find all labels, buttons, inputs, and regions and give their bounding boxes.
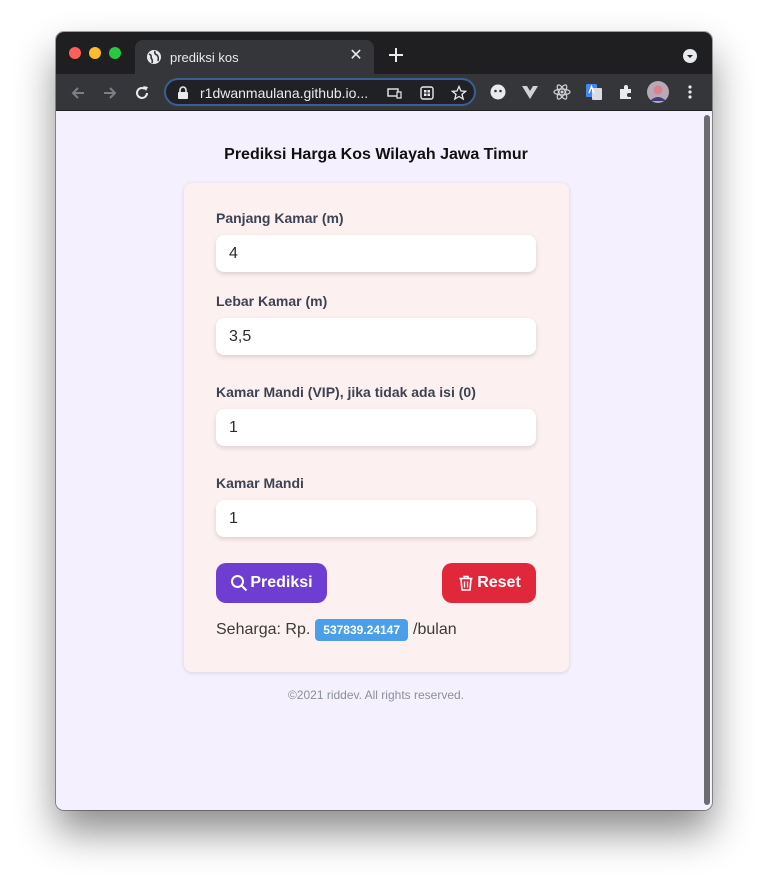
footer-copyright: ©2021 riddev. All rights reserved.	[287, 688, 465, 702]
prediction-form-card: Panjang Kamar (m) Lebar Kamar (m) Kamar …	[184, 183, 569, 672]
profile-avatar[interactable]	[647, 81, 669, 103]
panjang-kamar-input[interactable]	[216, 235, 536, 272]
tab-search-icon[interactable]	[683, 49, 697, 63]
lock-icon	[178, 86, 188, 99]
kamar-mandi-vip-input[interactable]	[216, 409, 536, 446]
reset-button-label: Reset	[477, 574, 521, 591]
tab-prediksi-kos[interactable]: prediksi kos ✕	[135, 40, 374, 74]
browser-window: prediksi kos ✕ r1dwanmaulana.github.io..…	[56, 32, 712, 810]
globe-icon	[147, 50, 161, 64]
url-text: r1dwanmaulana.github.io...	[200, 85, 369, 101]
close-window-button[interactable]	[69, 47, 81, 59]
extensions-puzzle-icon[interactable]	[617, 83, 635, 101]
result-suffix: /bulan	[413, 621, 457, 638]
address-bar[interactable]: r1dwanmaulana.github.io...	[164, 78, 476, 106]
react-devtools-icon[interactable]	[553, 83, 571, 101]
qr-code-icon[interactable]	[419, 85, 435, 101]
back-arrow-icon[interactable]	[68, 83, 88, 103]
cast-icon[interactable]	[386, 85, 402, 101]
menu-kebab-icon[interactable]	[681, 83, 699, 101]
kamar-mandi-vip-label: Kamar Mandi (VIP), jika tidak ada isi (0…	[216, 384, 476, 400]
vue-devtools-icon[interactable]	[521, 83, 539, 101]
new-tab-icon[interactable]	[386, 45, 406, 65]
result-prefix: Seharga: Rp.	[216, 621, 311, 638]
extension-face-icon[interactable]	[489, 83, 507, 101]
kamar-mandi-input[interactable]	[216, 500, 536, 537]
maximize-window-button[interactable]	[109, 47, 121, 59]
panjang-kamar-label: Panjang Kamar (m)	[216, 210, 344, 226]
reset-button[interactable]: Reset	[442, 563, 536, 603]
forward-arrow-icon[interactable]	[100, 83, 120, 103]
page-scrollbar[interactable]	[704, 115, 710, 805]
prediksi-button-label: Prediksi	[250, 574, 313, 591]
kamar-mandi-label: Kamar Mandi	[216, 475, 304, 491]
page-content: Prediksi Harga Kos Wilayah Jawa Timur Pa…	[56, 111, 712, 810]
trash-icon	[459, 575, 473, 591]
tab-bar: prediksi kos ✕	[56, 32, 712, 74]
prediksi-button[interactable]: Prediksi	[216, 563, 327, 603]
lebar-kamar-label: Lebar Kamar (m)	[216, 293, 328, 309]
browser-toolbar: r1dwanmaulana.github.io...	[56, 74, 712, 111]
bookmark-star-icon[interactable]	[451, 85, 467, 101]
close-tab-icon[interactable]: ✕	[348, 48, 364, 64]
search-icon	[231, 575, 248, 592]
price-badge: 537839.24147	[315, 619, 409, 641]
minimize-window-button[interactable]	[89, 47, 101, 59]
lebar-kamar-input[interactable]	[216, 318, 536, 355]
prediction-result: Seharga: Rp. 537839.24147 /bulan	[216, 619, 457, 641]
page-title: Prediksi Harga Kos Wilayah Jawa Timur	[224, 146, 528, 163]
google-translate-icon[interactable]	[585, 83, 603, 101]
tab-title: prediksi kos	[170, 50, 239, 65]
reload-icon[interactable]	[132, 83, 152, 103]
